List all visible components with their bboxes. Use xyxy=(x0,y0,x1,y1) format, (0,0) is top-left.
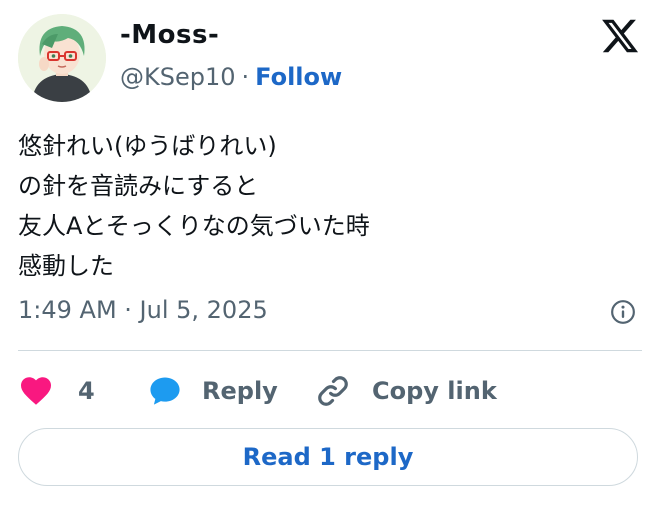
post-timestamp[interactable]: 1:49 AM · Jul 5, 2025 xyxy=(18,296,268,324)
embedded-post-card: -Moss- @KSep10 · Follow 悠針れい(ゆうばりれい) の針を音読… xyxy=(0,0,664,514)
user-handle[interactable]: @KSep10 xyxy=(120,63,236,91)
reply-button[interactable]: Reply xyxy=(146,370,278,412)
read-replies-button[interactable]: Read 1 reply xyxy=(18,428,638,486)
copy-link-label: Copy link xyxy=(372,377,497,405)
display-name[interactable]: -Moss- xyxy=(120,20,219,50)
handle-row: @KSep10 · Follow xyxy=(120,63,342,91)
like-count: 4 xyxy=(78,377,95,405)
post-text-line: 感動した xyxy=(18,252,114,280)
post-text-line: の針を音読みにすると xyxy=(18,172,259,200)
reply-label: Reply xyxy=(202,377,278,405)
post-text-line: 悠針れい(ゆうばりれい) xyxy=(18,132,277,160)
link-icon xyxy=(318,376,348,406)
separator-dot: · xyxy=(241,63,250,91)
x-logo-icon[interactable] xyxy=(600,16,640,56)
divider xyxy=(18,350,642,351)
info-icon[interactable] xyxy=(610,299,636,325)
post-text-line: 友人Aとそっくりなの気づいた時 xyxy=(18,212,370,240)
reply-bubble-icon xyxy=(150,377,180,405)
avatar-illustration xyxy=(18,14,106,102)
copy-link-button[interactable]: Copy link xyxy=(314,370,497,412)
avatar[interactable] xyxy=(18,14,106,102)
post-text: 悠針れい(ゆうばりれい) の針を音読みにすると 友人Aとそっくりなの気づいた時 … xyxy=(18,126,370,286)
like-button[interactable]: 4 xyxy=(18,370,95,412)
heart-icon xyxy=(21,377,51,405)
follow-link[interactable]: Follow xyxy=(255,63,342,91)
